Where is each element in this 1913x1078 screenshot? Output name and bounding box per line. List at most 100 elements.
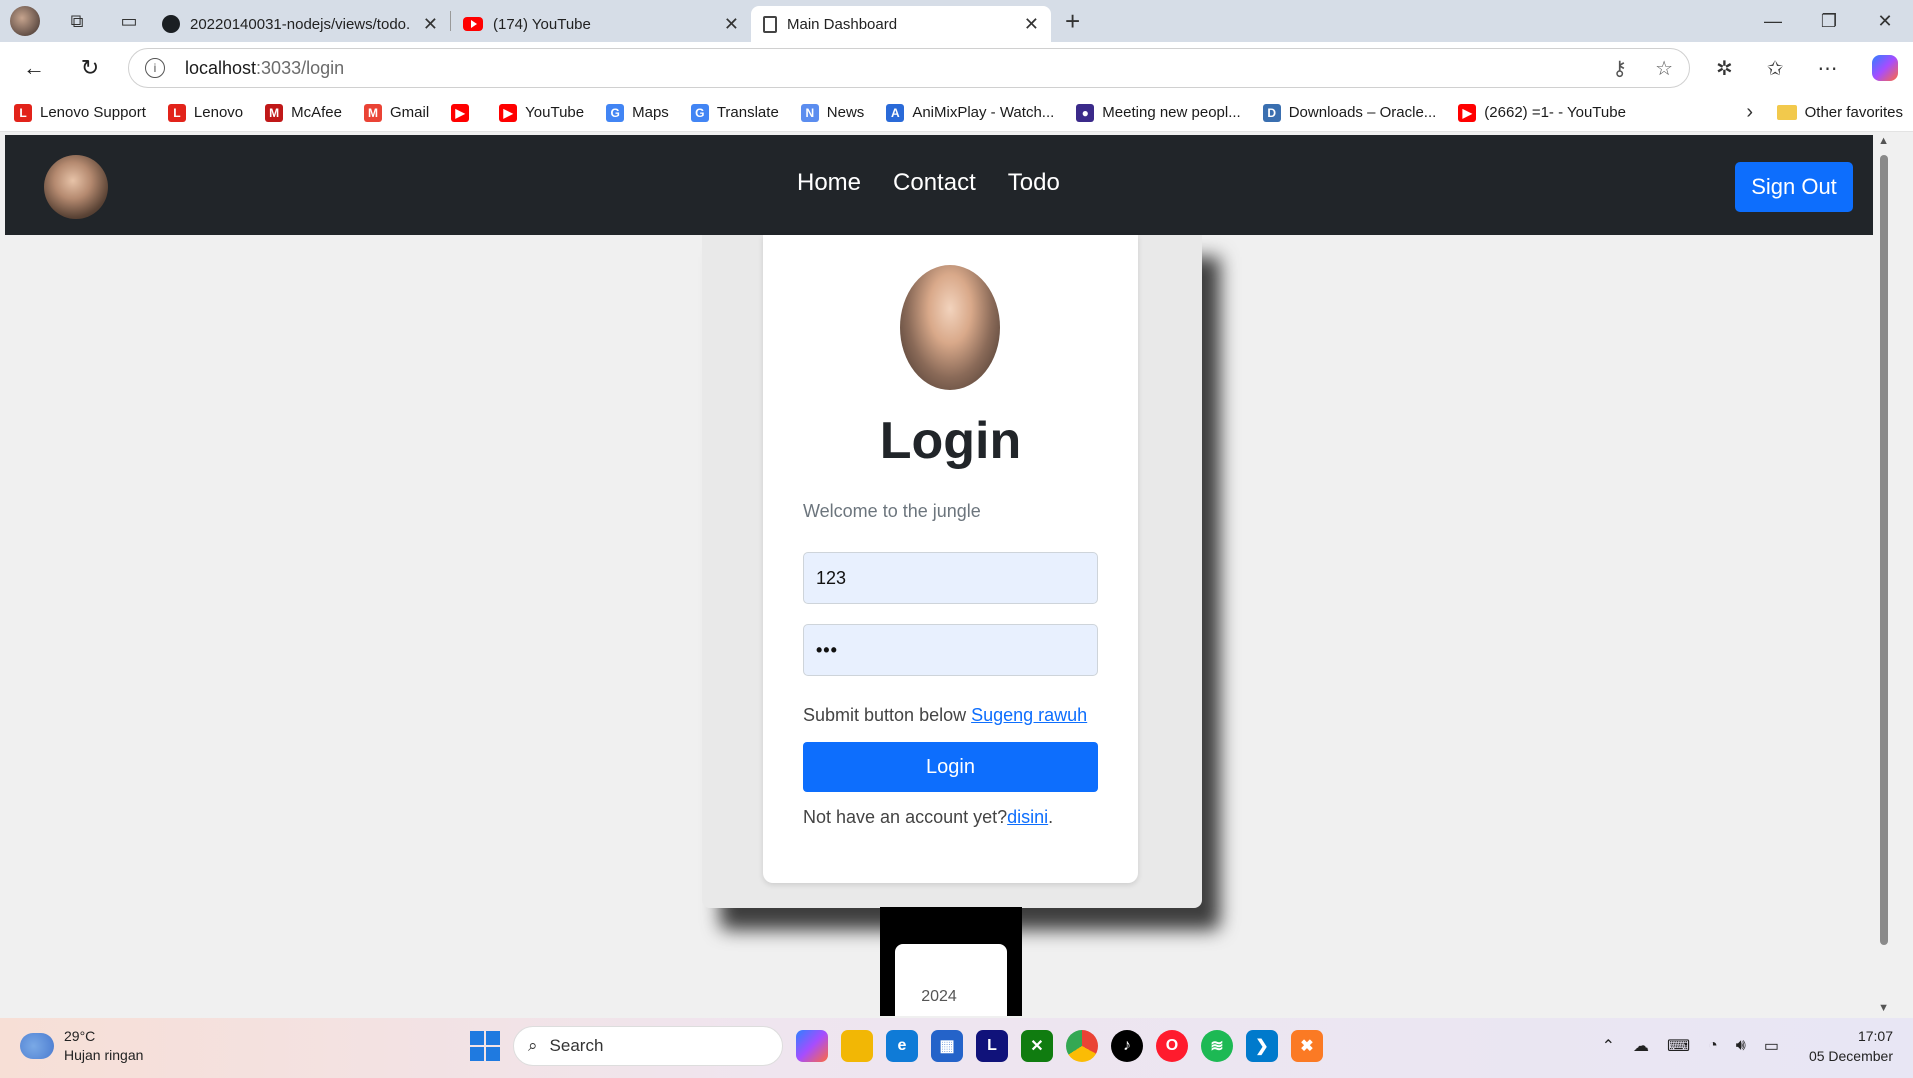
close-icon[interactable]: ✕ bbox=[423, 14, 438, 35]
scroll-down-icon[interactable]: ▼ bbox=[1878, 1002, 1889, 1014]
url-input[interactable]: i localhost:3033/login ⚷ ☆ bbox=[128, 48, 1690, 88]
system-tray: ⌃ ☁ ⌨ ◔ 🔊︎ ▭ 17:07 05 December bbox=[1602, 1026, 1893, 1066]
username-field[interactable]: 123 bbox=[803, 552, 1098, 604]
other-favorites[interactable]: Other favorites bbox=[1776, 104, 1903, 121]
tab-title: 20220140031-nodejs/views/todo. bbox=[190, 15, 411, 33]
bookmark-item[interactable]: G Maps bbox=[606, 103, 669, 122]
sign-out-button[interactable]: Sign Out bbox=[1735, 162, 1853, 212]
scroll-up-icon[interactable]: ▲ bbox=[1878, 135, 1889, 147]
bookmark-item[interactable]: L Lenovo bbox=[167, 103, 243, 122]
github-icon bbox=[162, 15, 180, 33]
sugeng-rawuh-link[interactable]: Sugeng rawuh bbox=[971, 705, 1087, 725]
login-card: Login Welcome to the jungle 123 ••• Subm… bbox=[763, 235, 1138, 883]
bookmark-item[interactable]: M Gmail bbox=[364, 103, 429, 122]
folder-icon bbox=[1776, 105, 1797, 120]
minimize-icon[interactable]: — bbox=[1745, 11, 1801, 32]
bookmark-item[interactable]: G Translate bbox=[690, 103, 779, 122]
bookmark-favicon-icon: M bbox=[364, 103, 382, 122]
bookmark-favicon-icon: D bbox=[1262, 103, 1281, 122]
bookmark-label: Translate bbox=[716, 104, 779, 121]
taskbar-search[interactable]: ⌕ Search bbox=[513, 1026, 783, 1066]
workspaces-icon[interactable]: ⧉ bbox=[62, 6, 92, 36]
tiktok-icon[interactable]: ♪ bbox=[1111, 1030, 1143, 1062]
keyboard-icon[interactable]: ⌨ bbox=[1667, 1036, 1690, 1056]
back-icon[interactable]: ← bbox=[12, 50, 56, 86]
extensions-icon[interactable]: ✲ bbox=[1716, 56, 1733, 81]
chrome-icon[interactable] bbox=[1066, 1030, 1098, 1062]
wifi-icon[interactable]: ◔ bbox=[1708, 1037, 1718, 1055]
file-explorer-icon[interactable] bbox=[841, 1030, 873, 1062]
bookmark-label: McAfee bbox=[291, 104, 342, 121]
password-field[interactable]: ••• bbox=[803, 624, 1098, 676]
scroll-thumb[interactable] bbox=[1880, 155, 1888, 945]
login-button[interactable]: Login bbox=[803, 742, 1098, 792]
info-icon[interactable]: i bbox=[145, 58, 165, 78]
bookmark-favicon-icon: ▶ bbox=[1458, 103, 1477, 122]
url-text[interactable]: localhost:3033/login bbox=[185, 58, 1612, 79]
battery-icon[interactable]: ▭ bbox=[1764, 1036, 1779, 1056]
close-icon[interactable]: ✕ bbox=[1024, 14, 1039, 35]
bookmark-item[interactable]: ▶ (2662) =1- - YouTube bbox=[1458, 103, 1626, 122]
copilot-icon[interactable] bbox=[1871, 55, 1898, 81]
tab-actions-icon[interactable]: ▭ bbox=[114, 6, 144, 36]
bookmark-label: Maps bbox=[632, 104, 669, 121]
close-icon[interactable]: ✕ bbox=[724, 14, 739, 35]
bookmark-item[interactable]: ▶ YouTube bbox=[499, 103, 584, 122]
vscode-icon[interactable]: ❯ bbox=[1246, 1030, 1278, 1062]
nav-link-home[interactable]: Home bbox=[797, 169, 861, 197]
weather-widget[interactable]: 29°C Hujan ringan bbox=[20, 1027, 143, 1065]
bookmark-item[interactable]: A AniMixPlay - Watch... bbox=[886, 103, 1055, 122]
submit-hint: Submit button below Sugeng rawuh bbox=[803, 705, 1088, 725]
temperature: 29°C bbox=[64, 1028, 96, 1044]
footer: 2024 bbox=[880, 907, 1022, 1016]
bookmarks-bar: L Lenovo Support L Lenovo M McAfee M Gmail ▶ ▶ You… bbox=[0, 94, 1913, 132]
windows-taskbar: 29°C Hujan ringan ⌕ Search e ▦ L ✕ ♪ O ≋ … bbox=[0, 1018, 1913, 1078]
nav-link-todo[interactable]: Todo bbox=[1008, 169, 1060, 197]
bookmark-favicon-icon: G bbox=[606, 103, 625, 122]
star-icon[interactable]: ☆ bbox=[1655, 56, 1673, 81]
login-container: Login Welcome to the jungle 123 ••• Subm… bbox=[702, 235, 1202, 908]
bookmark-favicon-icon: ▶ bbox=[499, 103, 518, 122]
profile-avatar[interactable] bbox=[10, 6, 40, 36]
new-tab-button[interactable]: + bbox=[1065, 0, 1080, 42]
bookmark-item[interactable]: ▶ bbox=[451, 103, 477, 122]
bookmark-favicon-icon: ● bbox=[1076, 103, 1095, 122]
bookmark-item[interactable]: D Downloads – Oracle... bbox=[1262, 103, 1436, 122]
clock[interactable]: 17:07 05 December bbox=[1809, 1026, 1893, 1066]
signup-link[interactable]: disini bbox=[1007, 807, 1048, 827]
bookmark-item[interactable]: L Lenovo Support bbox=[14, 103, 146, 122]
tab-main-dashboard[interactable]: Main Dashboard ✕ bbox=[751, 6, 1051, 42]
key-icon[interactable]: ⚷ bbox=[1612, 56, 1627, 81]
lenovo-l-icon[interactable]: L bbox=[976, 1030, 1008, 1062]
opera-icon[interactable]: O bbox=[1156, 1030, 1188, 1062]
bookmark-label: AniMixPlay - Watch... bbox=[912, 104, 1055, 121]
chevron-right-icon[interactable]: › bbox=[1746, 101, 1753, 124]
edge-icon[interactable]: e bbox=[886, 1030, 918, 1062]
bookmark-favicon-icon: L bbox=[167, 103, 186, 122]
copilot-app-icon[interactable] bbox=[796, 1030, 828, 1062]
restore-icon[interactable]: ❐ bbox=[1801, 11, 1857, 32]
bookmark-item[interactable]: N News bbox=[800, 103, 864, 122]
bookmark-item[interactable]: M McAfee bbox=[265, 103, 342, 122]
refresh-icon[interactable]: ↻ bbox=[68, 50, 112, 86]
tab-title: (174) YouTube bbox=[493, 15, 591, 33]
favorites-icon[interactable]: ✩ bbox=[1767, 56, 1784, 81]
windows-start-icon[interactable] bbox=[470, 1031, 500, 1061]
bookmark-item[interactable]: ● Meeting new peopl... bbox=[1076, 103, 1241, 122]
spotify-icon[interactable]: ≋ bbox=[1201, 1030, 1233, 1062]
close-window-icon[interactable]: ✕ bbox=[1857, 11, 1913, 32]
tab-youtube[interactable]: (174) YouTube ✕ bbox=[451, 6, 751, 42]
tab-github[interactable]: 20220140031-nodejs/views/todo. ✕ bbox=[150, 6, 450, 42]
chevron-up-icon[interactable]: ⌃ bbox=[1602, 1036, 1615, 1056]
store-icon[interactable]: ▦ bbox=[931, 1030, 963, 1062]
volume-icon[interactable]: 🔊︎ bbox=[1736, 1037, 1746, 1055]
search-icon: ⌕ bbox=[528, 1036, 538, 1055]
nav-avatar[interactable] bbox=[44, 155, 108, 219]
nav-link-contact[interactable]: Contact bbox=[893, 169, 976, 197]
rain-cloud-icon bbox=[20, 1033, 54, 1059]
onedrive-icon[interactable]: ☁ bbox=[1633, 1036, 1649, 1056]
vertical-scrollbar[interactable]: ▲ ▼ bbox=[1873, 133, 1893, 1016]
more-icon[interactable]: ⋯ bbox=[1818, 56, 1838, 81]
xampp-icon[interactable]: ✖ bbox=[1291, 1030, 1323, 1062]
xbox-icon[interactable]: ✕ bbox=[1021, 1030, 1053, 1062]
